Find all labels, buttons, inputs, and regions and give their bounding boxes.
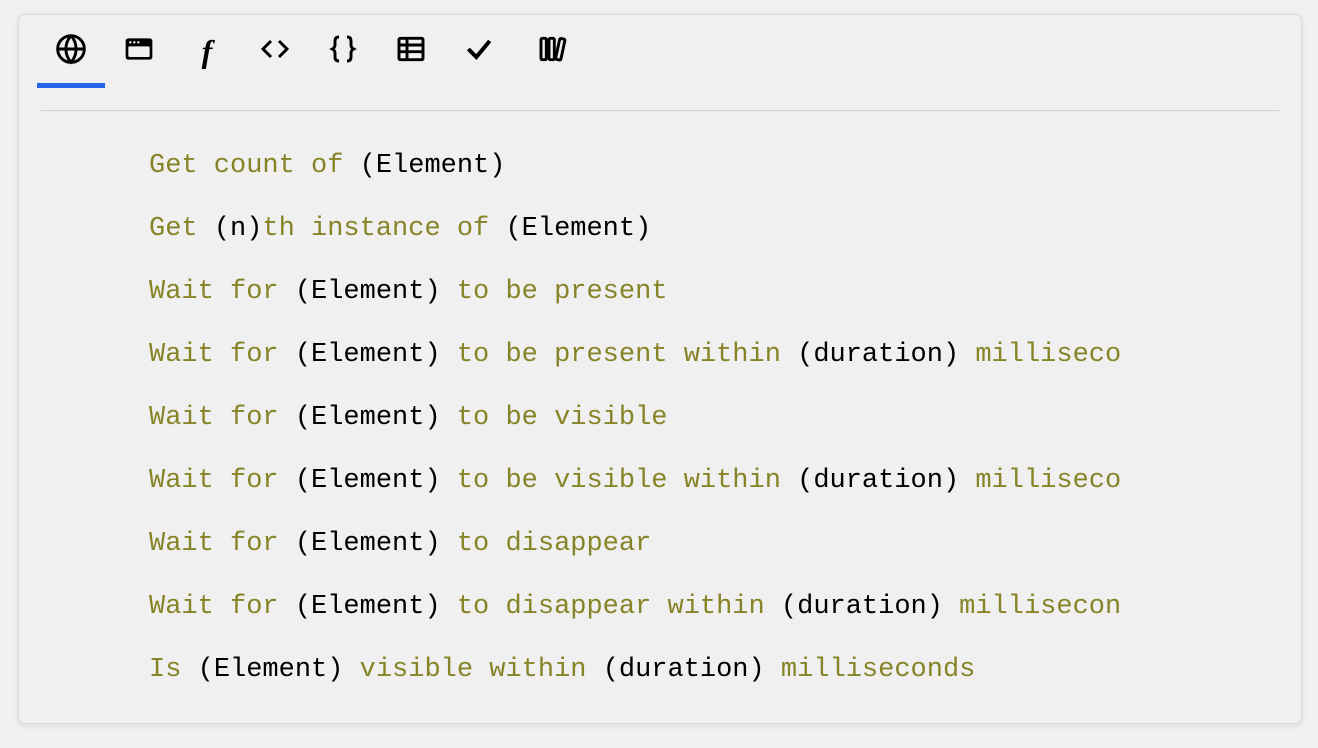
suggestion-text: milliseconds [765, 655, 976, 685]
suggestion-text: ( [295, 277, 311, 307]
suggestion-text: ( [797, 340, 813, 370]
suggestion-text: to be visible within [441, 466, 797, 496]
suggestion-text: ( [295, 592, 311, 622]
suggestion-param: Element [311, 466, 424, 496]
tab-library[interactable] [513, 15, 593, 87]
suggestion-text: Wait for [149, 466, 295, 496]
suggestion-text: to be visible [441, 403, 668, 433]
suggestion-param: Element [311, 592, 424, 622]
suggestion-param: Element [311, 340, 424, 370]
suggestion-text: ( [797, 466, 813, 496]
suggestion-param: duration [797, 592, 927, 622]
suggestion-text: Wait for [149, 529, 295, 559]
globe-icon [55, 33, 87, 69]
suggestions-list: Get count of (Element)Get (n)th instance… [149, 135, 1301, 702]
table-icon [395, 33, 427, 69]
suggestion-text: ) [424, 403, 440, 433]
tab-window[interactable] [105, 15, 173, 87]
suggestion-param: Element [522, 214, 635, 244]
suggestion-text: ) [424, 529, 440, 559]
suggestion-text: ( [198, 655, 214, 685]
suggestion-text: ) [424, 466, 440, 496]
suggestion-param: Element [214, 655, 327, 685]
suggestion-text: ( [505, 214, 521, 244]
tab-code[interactable] [241, 15, 309, 87]
toolbar-separator [41, 110, 1279, 111]
suggestion-text: ( [214, 214, 230, 244]
suggestion-text: to disappear within [441, 592, 781, 622]
suggestion-item[interactable]: Wait for (Element) to be present within … [149, 324, 1301, 387]
suggestion-item[interactable]: Wait for (Element) to disappear within (… [149, 576, 1301, 639]
suggestion-item[interactable]: Wait for (Element) to be visible within … [149, 450, 1301, 513]
suggestion-text: ( [295, 466, 311, 496]
window-icon [123, 33, 155, 69]
suggestion-text: th instance of [262, 214, 505, 244]
check-icon [463, 33, 495, 69]
suggestion-text: ) [635, 214, 651, 244]
suggestion-param: Element [376, 151, 489, 181]
suggestion-item[interactable]: Get (n)th instance of (Element) [149, 198, 1301, 261]
suggestion-text: to be present [441, 277, 668, 307]
suggestion-item[interactable]: Get count of (Element) [149, 135, 1301, 198]
suggestion-text: millisecon [943, 592, 1121, 622]
tab-function[interactable]: f [173, 15, 241, 87]
suggestion-item[interactable]: Is (Element) visible within (duration) m… [149, 639, 1301, 702]
suggestion-text: ( [603, 655, 619, 685]
suggestion-text: ) [927, 592, 943, 622]
category-toolbar: f [19, 15, 1301, 87]
suggestion-text: ) [424, 592, 440, 622]
suggestion-text: visible within [343, 655, 602, 685]
suggestion-item[interactable]: Wait for (Element) to be present [149, 261, 1301, 324]
suggestion-text: ) [424, 277, 440, 307]
suggestion-text: ( [781, 592, 797, 622]
suggestion-text: ( [295, 340, 311, 370]
suggestion-text: Wait for [149, 277, 295, 307]
suggestion-text: to disappear [441, 529, 652, 559]
suggestion-text: ) [749, 655, 765, 685]
suggestion-item[interactable]: Wait for (Element) to disappear [149, 513, 1301, 576]
suggestion-text: ) [424, 340, 440, 370]
angle-brackets-icon [259, 33, 291, 69]
suggestion-text: ) [327, 655, 343, 685]
suggestion-text: ) [246, 214, 262, 244]
suggestion-param: duration [813, 466, 943, 496]
tab-table[interactable] [377, 15, 445, 87]
suggestion-param: Element [311, 529, 424, 559]
suggestion-text: ( [360, 151, 376, 181]
suggestion-text: Get [149, 214, 214, 244]
suggestion-text: ) [943, 466, 959, 496]
suggestion-param: Element [311, 277, 424, 307]
curly-braces-icon [327, 33, 359, 69]
library-icon [537, 33, 569, 69]
suggestion-text: milliseco [959, 340, 1121, 370]
tab-object[interactable] [309, 15, 377, 87]
suggestion-text: Wait for [149, 340, 295, 370]
tab-assert[interactable] [445, 15, 513, 87]
suggestion-text: ( [295, 403, 311, 433]
suggestion-text: ( [295, 529, 311, 559]
suggestion-text: Get count of [149, 151, 360, 181]
suggestion-text: milliseco [959, 466, 1121, 496]
suggestion-text: ) [489, 151, 505, 181]
suggestion-text: ) [943, 340, 959, 370]
tab-web[interactable] [37, 15, 105, 87]
suggestion-item[interactable]: Wait for (Element) to be visible [149, 387, 1301, 450]
suggestion-text: Is [149, 655, 198, 685]
suggestion-text: Wait for [149, 592, 295, 622]
function-icon: f [202, 35, 213, 67]
suggestion-param: Element [311, 403, 424, 433]
command-palette-panel: f [18, 14, 1302, 724]
suggestion-param: duration [813, 340, 943, 370]
suggestion-param: n [230, 214, 246, 244]
suggestion-text: to be present within [441, 340, 797, 370]
suggestion-text: Wait for [149, 403, 295, 433]
suggestion-param: duration [619, 655, 749, 685]
